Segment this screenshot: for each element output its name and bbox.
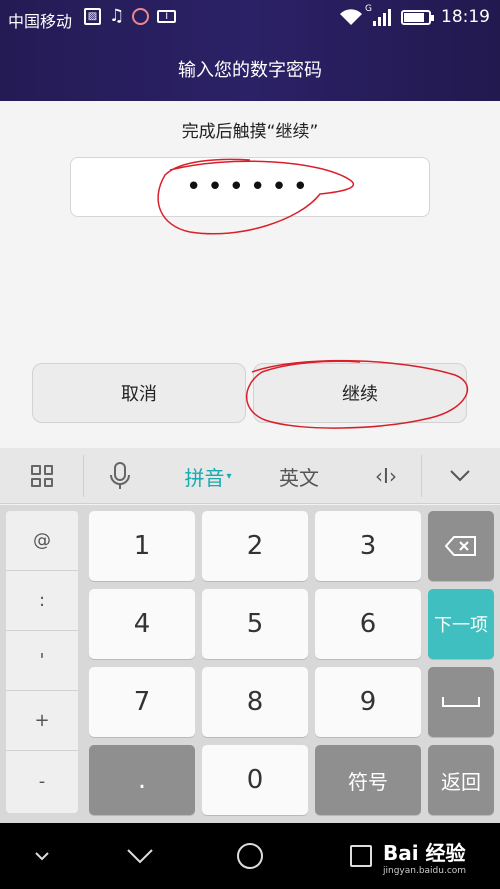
symbols-key[interactable]: 符号 xyxy=(315,745,421,815)
space-key[interactable] xyxy=(428,667,494,737)
symbol-column: @ : ' + - xyxy=(6,511,78,813)
navigation-bar: Bai 经验 jingyan.baidu.com xyxy=(0,823,500,889)
password-panel: 完成后触摸“继续” •••••• 取消 继续 xyxy=(0,101,500,448)
dropdown-caret-icon: ▾ xyxy=(226,470,232,482)
watermark-brand: Bai 经验 xyxy=(383,840,466,865)
cancel-button[interactable]: 取消 xyxy=(32,363,246,423)
microphone-icon xyxy=(110,462,130,489)
key-5[interactable]: 5 xyxy=(202,589,308,659)
baidu-watermark: Bai 经验 jingyan.baidu.com xyxy=(383,823,498,889)
network-label: G xyxy=(365,4,372,14)
square-icon xyxy=(350,845,372,867)
key-7[interactable]: 7 xyxy=(89,667,195,737)
clock: 18:19 xyxy=(441,7,490,27)
backspace-icon xyxy=(444,536,476,556)
collapse-keyboard-button[interactable] xyxy=(440,448,480,504)
recent-apps-button[interactable] xyxy=(346,823,376,889)
keyboard-menu-button[interactable] xyxy=(20,448,64,504)
face-icon xyxy=(132,8,150,25)
home-button[interactable] xyxy=(228,823,272,889)
key-1[interactable]: 1 xyxy=(89,511,195,581)
home-circle-icon xyxy=(237,843,263,869)
battery-icon xyxy=(401,9,434,25)
keyboard-toolbar: 拼音 ▾ 英文 ‹I› xyxy=(0,448,500,504)
space-icon xyxy=(442,697,480,707)
key-symbol[interactable]: + xyxy=(6,691,78,751)
key-3[interactable]: 3 xyxy=(315,511,421,581)
card-icon: I xyxy=(157,10,177,23)
toolbar-divider xyxy=(421,455,422,497)
tab-pinyin-label: 拼音 xyxy=(184,465,225,490)
wifi-icon xyxy=(340,9,362,25)
watermark-url: jingyan.baidu.com xyxy=(383,865,467,876)
password-field[interactable]: •••••• xyxy=(70,157,430,217)
backspace-key[interactable] xyxy=(428,511,494,581)
return-key[interactable]: 返回 xyxy=(428,745,494,815)
music-icon: ♫ xyxy=(109,6,125,26)
carrier-label: 中国移动 xyxy=(8,12,73,31)
hide-keyboard-button[interactable] xyxy=(22,823,62,889)
key-dot[interactable]: . xyxy=(89,745,195,815)
next-field-key[interactable]: 下一项 xyxy=(428,589,494,659)
status-bar: 中国移动 ▨ ♫ I G 18:19 xyxy=(0,0,500,36)
key-4[interactable]: 4 xyxy=(89,589,195,659)
grid-icon xyxy=(31,465,53,487)
tab-english[interactable]: 英文 xyxy=(264,448,334,504)
key-symbol[interactable]: ' xyxy=(6,631,78,691)
key-symbol[interactable]: : xyxy=(6,571,78,631)
voice-input-button[interactable] xyxy=(100,448,140,504)
page-title: 输入您的数字密码 xyxy=(178,60,322,81)
title-bar: 中国移动 ▨ ♫ I G 18:19 输入您的数字密码 xyxy=(0,0,500,101)
key-9[interactable]: 9 xyxy=(315,667,421,737)
key-6[interactable]: 6 xyxy=(315,589,421,659)
key-symbol[interactable]: - xyxy=(6,751,78,811)
continue-button[interactable]: 继续 xyxy=(253,363,467,423)
cursor-control-button[interactable]: ‹I› xyxy=(358,448,414,504)
tab-pinyin[interactable]: 拼音 ▾ xyxy=(168,448,248,504)
hint-text: 完成后触摸“继续” xyxy=(181,122,319,142)
signal-icon: G xyxy=(365,4,391,26)
key-8[interactable]: 8 xyxy=(202,667,308,737)
back-chevron-icon xyxy=(127,849,153,864)
chevron-down-icon xyxy=(35,852,49,861)
image-icon: ▨ xyxy=(84,8,101,25)
back-button[interactable] xyxy=(118,823,162,889)
status-right: G 18:19 xyxy=(339,4,490,27)
key-2[interactable]: 2 xyxy=(202,511,308,581)
numeric-keyboard: @ : ' + - 1 2 3 4 5 6 下一项 7 8 9 . 0 符号 返… xyxy=(0,505,500,823)
key-0[interactable]: 0 xyxy=(202,745,308,815)
key-symbol[interactable]: @ xyxy=(6,511,78,571)
chevron-down-icon xyxy=(450,470,470,482)
toolbar-divider xyxy=(83,455,84,497)
notification-icons: ▨ ♫ I xyxy=(84,6,177,26)
password-mask: •••••• xyxy=(185,172,314,202)
